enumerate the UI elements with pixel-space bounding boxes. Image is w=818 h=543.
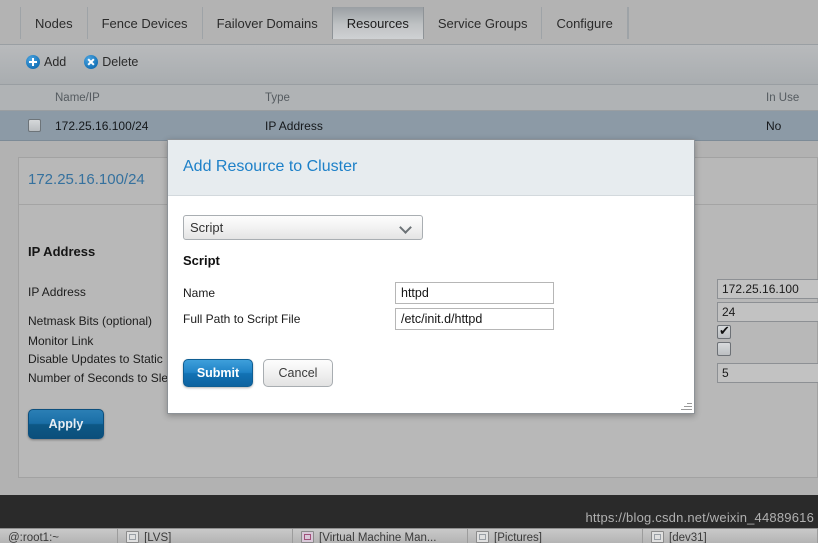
- field-row-netmask-bits: [717, 302, 818, 323]
- apply-button[interactable]: Apply: [28, 409, 104, 439]
- tab-failover-domains-label: Failover Domains: [216, 15, 318, 31]
- window-icon: [651, 530, 665, 543]
- detail-field-inputs: [717, 279, 818, 386]
- cancel-button[interactable]: Cancel: [263, 359, 333, 387]
- column-header-name-ip: Name/IP: [55, 92, 100, 104]
- modal-section-title: Script: [183, 253, 220, 268]
- script-path-input[interactable]: [395, 308, 554, 330]
- row-type: IP Address: [265, 119, 323, 133]
- modal-field-name-label: Name: [183, 286, 216, 300]
- tab-nodes[interactable]: Nodes: [20, 7, 88, 39]
- sleep-seconds-input[interactable]: [717, 363, 818, 383]
- taskbar-item-terminal-label: @:root1:~: [8, 531, 59, 543]
- column-header-type: Type: [265, 92, 290, 104]
- cluster-admin-app: Nodes Fence Devices Failover Domains Res…: [0, 0, 818, 495]
- submit-button[interactable]: Submit: [183, 359, 253, 387]
- taskbar-item-pictures-label: [Pictures]: [494, 531, 542, 543]
- detail-resource-title[interactable]: 172.25.16.100/24: [28, 171, 145, 188]
- tab-list: Nodes Fence Devices Failover Domains Res…: [20, 7, 629, 39]
- field-row-sleep-seconds: [717, 363, 818, 384]
- delete-resource-button[interactable]: Delete: [84, 55, 138, 69]
- script-name-input[interactable]: [395, 282, 554, 304]
- modal-title: Add Resource to Cluster: [183, 158, 358, 175]
- taskbar-item-terminal[interactable]: @:root1:~: [0, 529, 119, 543]
- tab-bar-end-divider: [627, 7, 629, 39]
- taskbar-item-virtual-machine-manager[interactable]: [Virtual Machine Man...: [293, 529, 469, 543]
- vm-icon: [301, 530, 315, 543]
- tab-service-groups-label: Service Groups: [437, 15, 528, 31]
- tab-configure[interactable]: Configure: [542, 7, 628, 39]
- ip-address-input[interactable]: [717, 279, 818, 299]
- tab-configure-label: Configure: [556, 15, 613, 31]
- modal-field-script-path-label: Full Path to Script File: [183, 312, 301, 326]
- field-row-disable-updates: [717, 342, 818, 359]
- taskbar-item-virtual-machine-manager-label: [Virtual Machine Man...: [319, 531, 437, 543]
- row-in-use: No: [766, 119, 782, 133]
- monitor-link-checkbox[interactable]: [717, 323, 731, 339]
- add-resource-modal: Add Resource to Cluster Script Script Na…: [167, 139, 695, 414]
- field-row-ip-address: [717, 279, 818, 300]
- delete-resource-label: Delete: [102, 55, 139, 69]
- taskbar-item-dev31[interactable]: [dev31]: [643, 529, 818, 543]
- disable-updates-checkbox[interactable]: [717, 342, 731, 356]
- resources-table-header: Name/IP Type In Use: [0, 85, 818, 111]
- taskbar-item-lvs-label: [LVS]: [144, 531, 172, 543]
- resources-toolbar: Add Delete: [0, 45, 818, 85]
- tab-nodes-label: Nodes: [35, 15, 73, 31]
- window-icon: [126, 530, 140, 543]
- tab-failover-domains[interactable]: Failover Domains: [203, 7, 333, 39]
- watermark-text: https://blog.csdn.net/weixin_44889616: [585, 510, 814, 525]
- resize-grip-icon[interactable]: [680, 399, 692, 411]
- table-row[interactable]: 172.25.16.100/24 IP Address No: [0, 111, 818, 141]
- add-resource-label: Add: [44, 55, 67, 69]
- row-select-checkbox[interactable]: [28, 119, 41, 132]
- netmask-bits-input[interactable]: [717, 302, 818, 322]
- column-header-in-use: In Use: [766, 92, 800, 104]
- modal-body: Script Script Name Full Path to Script F…: [168, 196, 694, 413]
- tab-fence-devices[interactable]: Fence Devices: [88, 7, 203, 39]
- x-circle-icon: [84, 55, 99, 69]
- taskbar-item-dev31-label: [dev31]: [669, 531, 707, 543]
- toolbar-actions: Add Delete: [26, 55, 138, 69]
- taskbar-item-lvs[interactable]: [LVS]: [118, 529, 294, 543]
- add-resource-button[interactable]: Add: [26, 55, 66, 69]
- tab-service-groups[interactable]: Service Groups: [424, 7, 543, 39]
- field-row-monitor-link: [717, 323, 818, 342]
- desktop-taskbar: @:root1:~ [LVS] [Virtual Machine Man... …: [0, 528, 818, 543]
- detail-section-title: IP Address: [28, 244, 96, 259]
- tab-resources[interactable]: Resources: [331, 7, 424, 39]
- modal-header: Add Resource to Cluster: [168, 140, 694, 196]
- window-icon: [476, 530, 490, 543]
- plus-circle-icon: [26, 55, 40, 69]
- tab-bar: Nodes Fence Devices Failover Domains Res…: [0, 0, 818, 45]
- tab-resources-label: Resources: [346, 15, 409, 31]
- resource-type-select[interactable]: Script: [183, 215, 423, 240]
- row-name-ip: 172.25.16.100/24: [55, 119, 149, 133]
- tab-fence-devices-label: Fence Devices: [101, 15, 188, 31]
- taskbar-item-pictures[interactable]: [Pictures]: [468, 529, 644, 543]
